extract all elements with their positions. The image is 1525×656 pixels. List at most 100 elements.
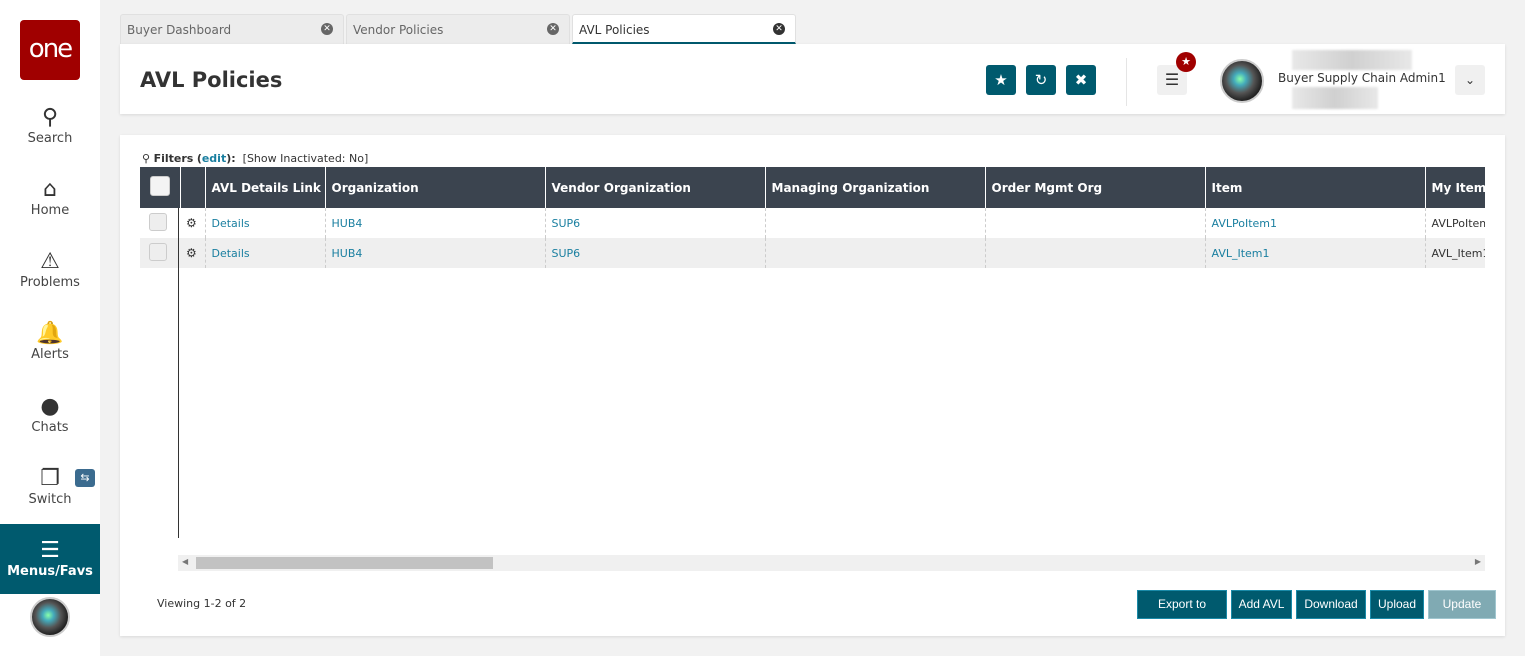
download-button[interactable]: Download (1296, 590, 1366, 619)
close-icon[interactable]: ✕ (547, 23, 559, 35)
bell-icon: 🔔 (36, 321, 64, 346)
search-icon: ⚲ (142, 152, 151, 165)
tab-buyer-dashboard[interactable]: Buyer Dashboard ✕ (120, 14, 344, 44)
tab-vendor-policies[interactable]: Vendor Policies ✕ (346, 14, 570, 44)
row-checkbox[interactable] (149, 242, 167, 261)
cell: AVL_Item1 (1204, 238, 1425, 268)
column-header[interactable]: Organization (324, 167, 545, 208)
upload-button[interactable]: Upload (1370, 590, 1424, 619)
cell (984, 238, 1205, 268)
cell (984, 208, 1205, 238)
nav-label: Switch (28, 492, 72, 507)
nav-label: Chats (31, 420, 69, 435)
tab-bar: Buyer Dashboard ✕ Vendor Policies ✕ AVL Po… (120, 14, 798, 44)
user-role: Buyer Supply Chain Admin1 (1278, 71, 1446, 85)
row-detail-icon[interactable]: ⚙ (180, 238, 205, 268)
column-header[interactable]: Vendor Organization (544, 167, 765, 208)
details-link[interactable]: Details (212, 217, 250, 230)
refresh-icon: ↻ (1034, 71, 1048, 89)
nav-menus-favs[interactable]: ☰ Menus/Favs (0, 524, 100, 594)
column-header[interactable]: My Item (1424, 167, 1485, 208)
nav-home[interactable]: ⌂ Home (0, 177, 100, 218)
scrollbar-thumb[interactable] (196, 557, 493, 569)
switch-arrows-icon[interactable]: ⇆ (75, 469, 95, 487)
nav-search[interactable]: ⚲ Search (0, 105, 100, 146)
filters-edit-link[interactable]: edit (202, 152, 226, 165)
vendor-organization-link[interactable]: SUP6 (552, 247, 581, 260)
export-csv-button[interactable]: Export to CSV (1137, 590, 1227, 638)
divider (1126, 58, 1127, 106)
cell: SUP6 (544, 238, 765, 268)
cell: Details (204, 208, 325, 238)
item-link[interactable]: AVL_Item1 (1212, 247, 1270, 260)
table-row: ⚙ Details HUB4 SUP6 AVL_Item1 AVL_Item1- (140, 238, 1485, 268)
tab-avl-policies[interactable]: AVL Policies ✕ (572, 14, 796, 44)
row-checkbox[interactable] (149, 212, 167, 231)
cell: AVLPoItem (1424, 208, 1485, 238)
filters-value: [Show Inactivated: No] (242, 152, 369, 165)
vendor-organization-link[interactable]: SUP6 (552, 217, 581, 230)
user-dropdown-button[interactable]: ⌄ (1455, 65, 1485, 95)
cell: HUB4 (324, 238, 545, 268)
cell: SUP6 (544, 208, 765, 238)
nav-chats[interactable]: ● Chats (0, 394, 100, 435)
row-select-cell (140, 208, 180, 238)
scroll-left-icon[interactable]: ◀ (182, 557, 188, 566)
close-icon[interactable]: ✕ (773, 23, 785, 35)
column-header[interactable]: Managing Organization (764, 167, 985, 208)
column-header[interactable]: Order Mgmt Org (984, 167, 1205, 208)
blurred-user-info (1292, 87, 1378, 109)
favorites-badge-star-icon: ★ (1176, 52, 1196, 72)
app-logo[interactable]: one (20, 20, 80, 80)
blurred-username (1292, 50, 1412, 70)
cell: AVLPoItem1 (1204, 208, 1425, 238)
page-header: AVL Policies ★ ↻ ✖ ☰ ★ Buyer Supply Chai… (120, 44, 1505, 114)
select-all-checkbox[interactable] (149, 176, 170, 196)
table-header-row: AVL Details Link Organization Vendor Org… (140, 167, 1485, 208)
cell: AVL_Item1- (1424, 238, 1485, 268)
tab-label: AVL Policies (579, 23, 650, 37)
chat-icon: ● (40, 394, 60, 419)
refresh-button[interactable]: ↻ (1026, 65, 1056, 95)
favorite-button[interactable]: ★ (986, 65, 1016, 95)
home-icon: ⌂ (43, 177, 57, 202)
add-avl-button[interactable]: Add AVL (1231, 590, 1292, 619)
hamburger-icon: ☰ (1164, 70, 1180, 89)
table-row: ⚙ Details HUB4 SUP6 AVLPoItem1 AVLPoItem (140, 208, 1485, 238)
scroll-right-icon[interactable]: ▶ (1475, 557, 1481, 566)
avl-grid: AVL Details Link Organization Vendor Org… (140, 167, 1485, 537)
nav-label: Search (27, 131, 73, 146)
main-panel: ⚲ Filters (edit): [Show Inactivated: No]… (120, 135, 1505, 638)
nav-label: Menus/Favs (7, 564, 93, 579)
update-button[interactable]: Update (1428, 590, 1496, 619)
tab-label: Buyer Dashboard (127, 23, 232, 37)
frozen-column-divider (178, 208, 179, 538)
star-icon: ★ (994, 71, 1008, 89)
column-header[interactable]: Item (1204, 167, 1425, 208)
close-icon[interactable]: ✕ (321, 23, 333, 35)
select-all-header (140, 167, 180, 208)
nav-problems[interactable]: ⚠ Problems (0, 249, 100, 290)
horizontal-scrollbar[interactable]: ◀ ▶ (178, 555, 1485, 571)
row-detail-icon[interactable]: ⚙ (180, 208, 205, 238)
item-link[interactable]: AVLPoItem1 (1212, 217, 1277, 230)
nav-alerts[interactable]: 🔔 Alerts (0, 321, 100, 362)
nav-label: Problems (20, 275, 80, 290)
close-button[interactable]: ✖ (1066, 65, 1096, 95)
filters-suffix: ): (226, 152, 236, 165)
user-avatar[interactable] (1220, 59, 1264, 103)
viewing-count: Viewing 1-2 of 2 (157, 597, 247, 610)
sidebar-avatar[interactable] (30, 597, 70, 637)
close-icon: ✖ (1074, 71, 1088, 89)
organization-link[interactable]: HUB4 (332, 247, 363, 260)
icon-column-header (179, 167, 205, 208)
sidebar: one ⚲ Search ⌂ Home ⚠ Problems 🔔 Alerts ● Cha… (0, 0, 100, 656)
column-header[interactable]: AVL Details Link (204, 167, 325, 208)
nav-label: Home (30, 203, 70, 218)
page-title: AVL Policies (140, 68, 283, 92)
cell (764, 238, 985, 268)
details-link[interactable]: Details (212, 247, 250, 260)
cell (764, 208, 985, 238)
filters-label: Filters (153, 152, 194, 165)
organization-link[interactable]: HUB4 (332, 217, 363, 230)
